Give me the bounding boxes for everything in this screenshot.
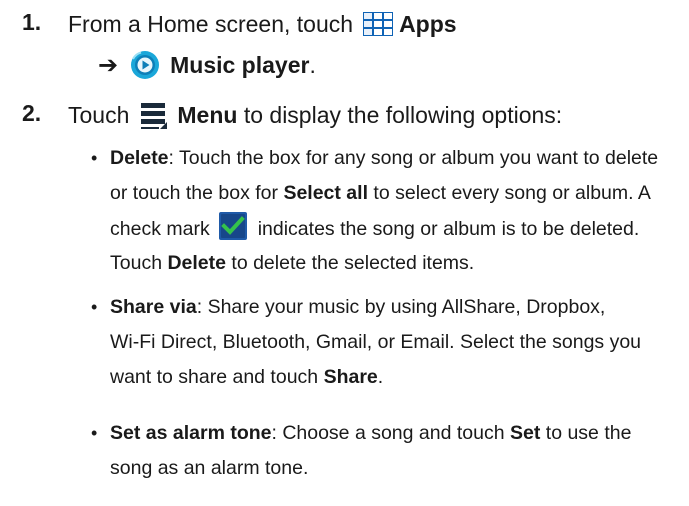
bullet-text: : Choose a song and touch <box>271 422 510 444</box>
step-2-line: Touch Menu to display the following opti… <box>68 99 562 131</box>
right-arrow-icon: ➔ <box>98 51 119 79</box>
step-number: 2. <box>22 100 42 126</box>
step-text: Touch <box>68 101 130 128</box>
select-all-term: Select all <box>283 182 368 204</box>
step-text: From a Home screen, touch <box>68 10 354 37</box>
apps-label: Apps <box>399 10 457 37</box>
delete-term: Delete <box>110 147 169 169</box>
bullet-delete: • Delete: Touch the box for any song or … <box>91 141 681 281</box>
bullet-text: want to share and touch <box>110 366 324 388</box>
menu-label: Menu <box>177 101 238 128</box>
bullet-text: : Share your music by using AllShare, Dr… <box>196 296 606 318</box>
bullet-text: to delete the selected items. <box>225 252 475 274</box>
bullet-text: Wi-Fi Direct, Bluetooth, Gmail, or Email… <box>110 331 642 353</box>
bullet-dot: • <box>91 423 98 443</box>
bullet-dot: • <box>91 148 98 168</box>
music-player-icon <box>131 51 160 79</box>
bullet-text: Touch <box>110 252 168 274</box>
instruction-page: 1. From a Home screen, touch Apps ➔ Musi… <box>0 0 689 506</box>
bullet-dot: • <box>91 297 98 317</box>
bullet-text: : Touch the box for any song or album yo… <box>168 147 659 169</box>
step-1-line-1: From a Home screen, touch Apps <box>68 9 457 39</box>
checkmark-icon <box>218 212 247 240</box>
share-term: Share <box>323 366 378 388</box>
share-via-term: Share via <box>110 296 197 318</box>
bullet-text: to select every song or album. A <box>368 182 651 204</box>
bullet-share-via: • Share via: Share your music by using A… <box>91 290 681 395</box>
delete-term-2: Delete <box>167 252 226 274</box>
set-term: Set <box>510 422 541 444</box>
bullet-text: or touch the box for <box>110 182 284 204</box>
bullet-text: to use the <box>540 422 632 444</box>
bullet-text: check mark <box>110 218 210 240</box>
bullet-set-as-alarm-tone: • Set as alarm tone: Choose a song and t… <box>91 416 681 486</box>
period: . <box>309 51 316 78</box>
step-number: 1. <box>22 9 42 35</box>
bullet-text: song as an alarm tone. <box>110 457 309 479</box>
bullet-text: indicates the song or album is to be del… <box>257 218 640 240</box>
set-as-alarm-tone-term: Set as alarm tone <box>110 422 272 444</box>
menu-icon <box>141 103 168 129</box>
step-1-line-2: ➔ Music player. <box>98 49 316 81</box>
apps-grid-icon <box>363 12 394 36</box>
bullet-text: . <box>377 366 384 388</box>
music-player-label: Music player <box>170 51 310 78</box>
step-text-suffix: to display the following options: <box>237 101 563 128</box>
